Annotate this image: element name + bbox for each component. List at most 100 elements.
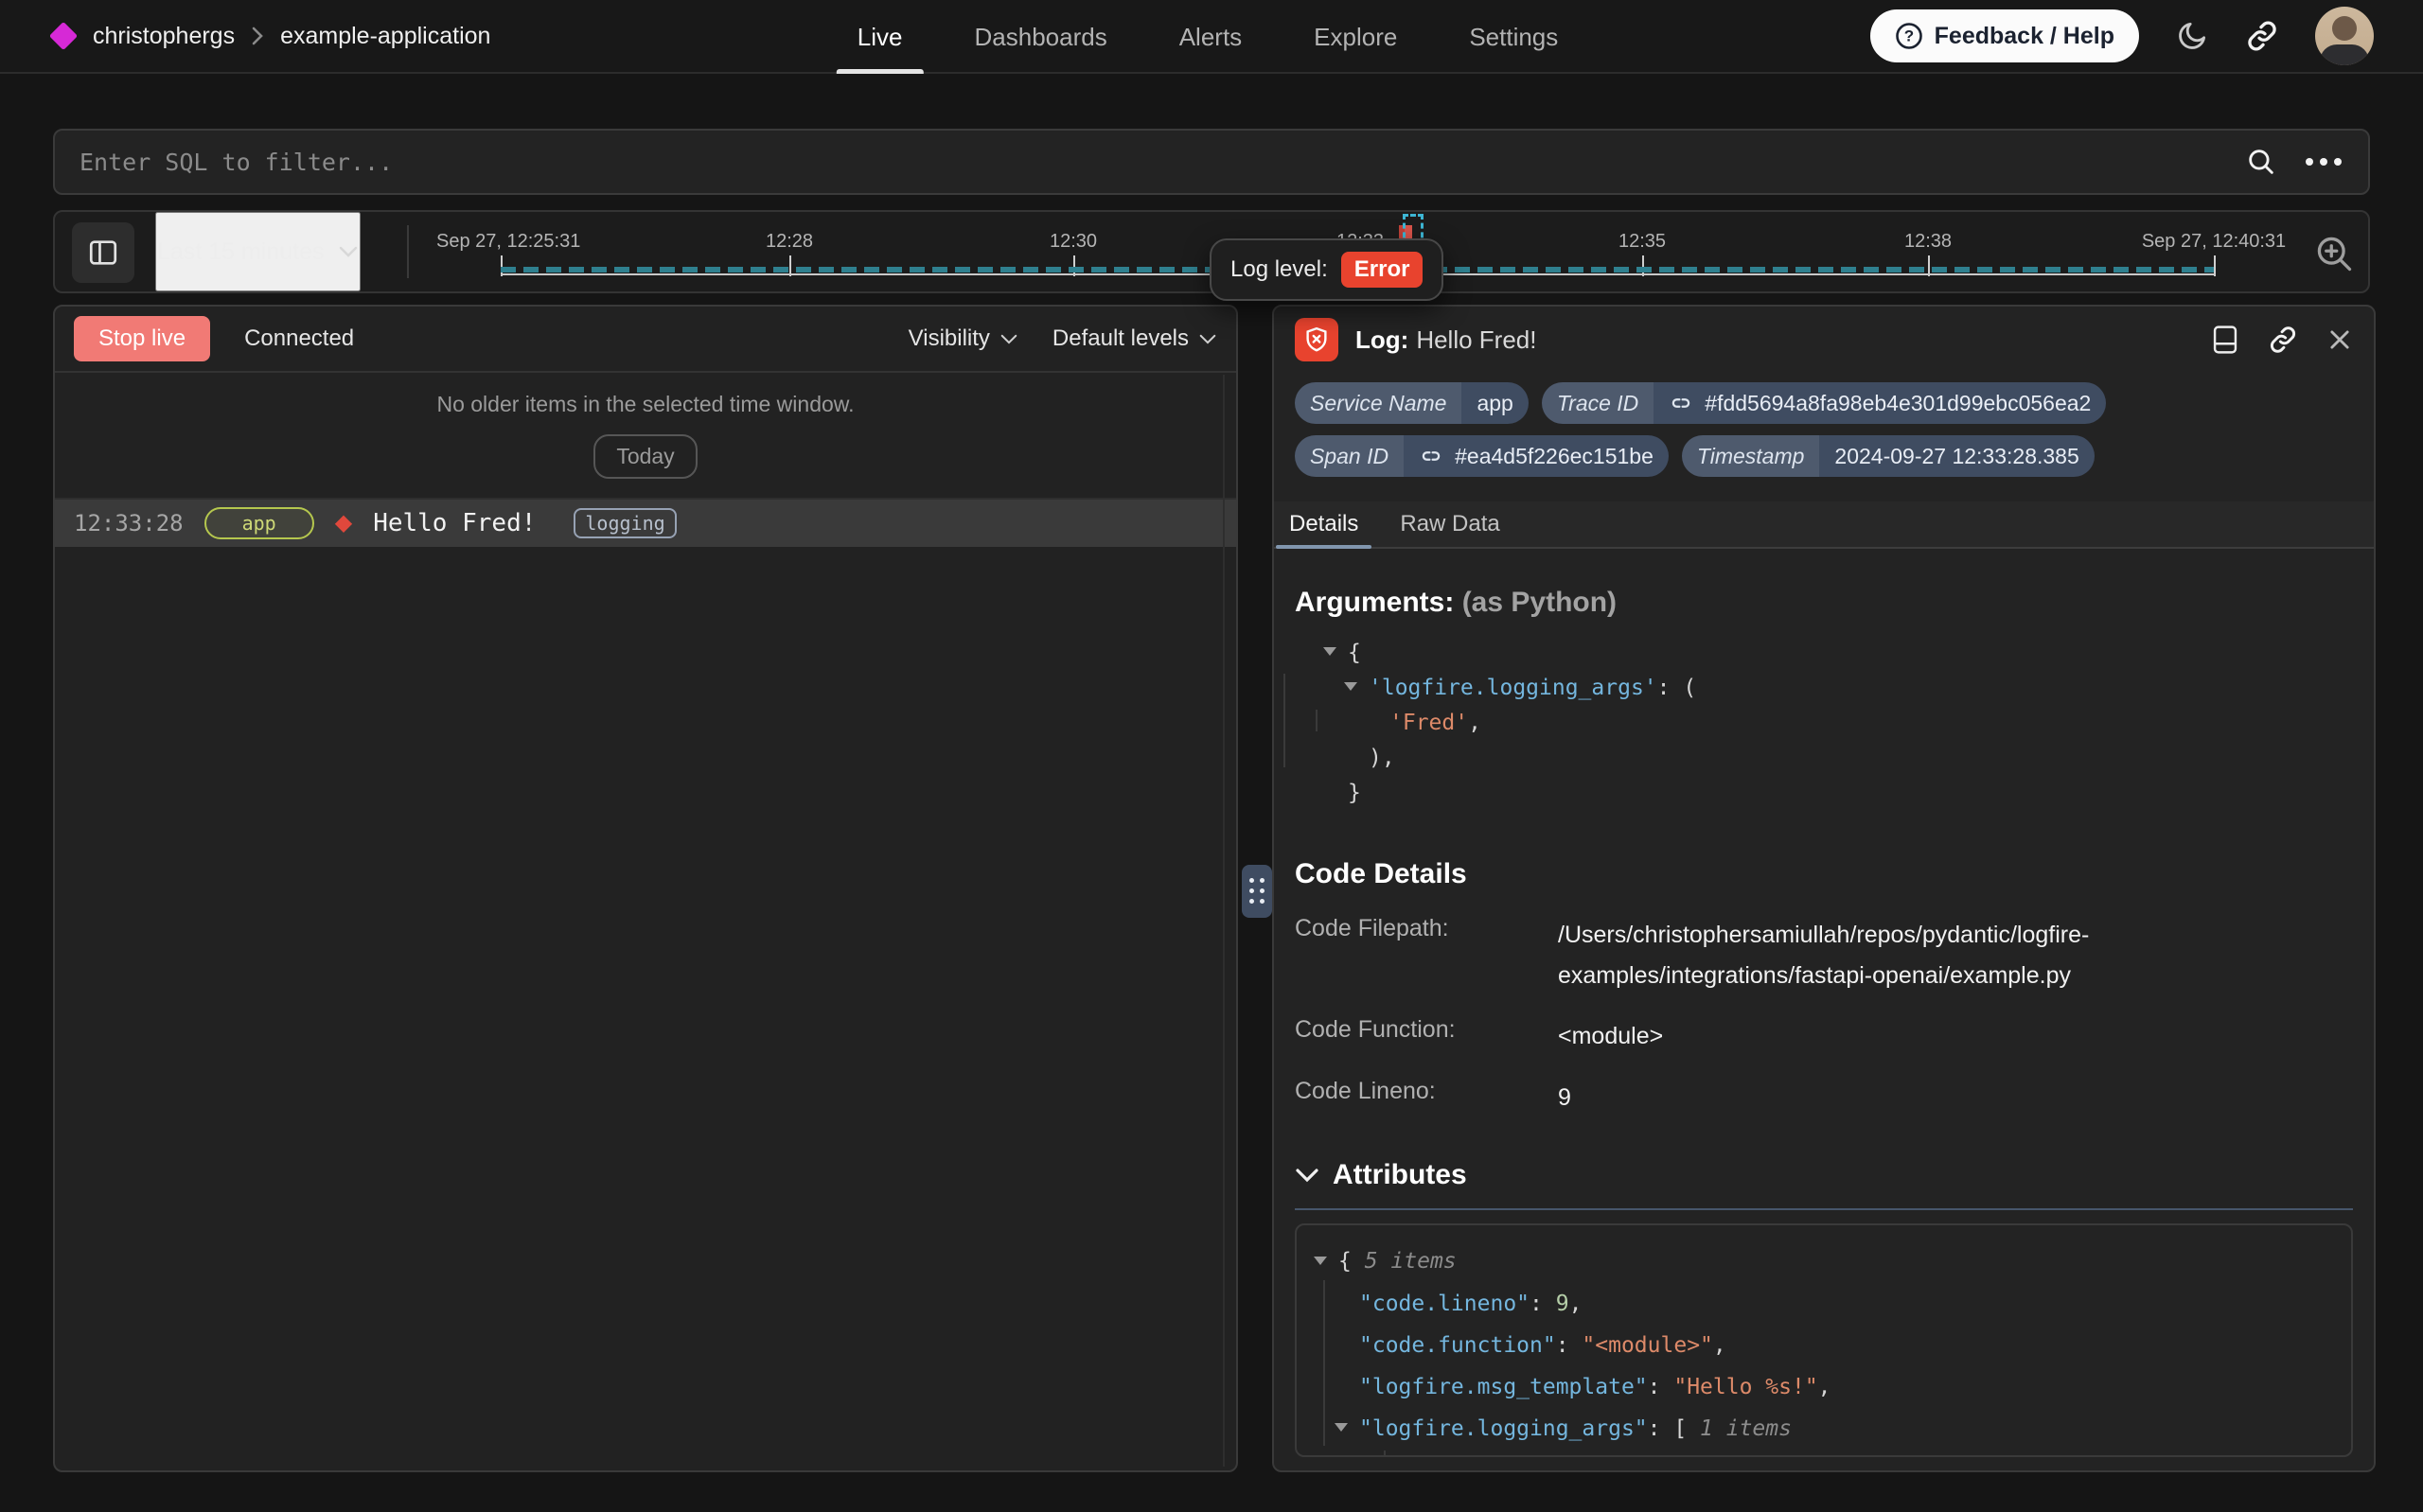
top-nav: christophergs example-application Live D… xyxy=(0,0,2423,74)
code-token: "<module>" xyxy=(1582,1333,1712,1358)
visibility-dropdown[interactable]: Visibility xyxy=(909,325,1018,352)
tab-raw-data[interactable]: Raw Data xyxy=(1400,501,1499,547)
nav-tab-alerts[interactable]: Alerts xyxy=(1155,0,1266,74)
copy-link-icon[interactable] xyxy=(2268,325,2298,355)
code-details-section: Code Details Code Filepath: /Users/chris… xyxy=(1274,830,2374,1117)
tooltip-label: Log level: xyxy=(1230,256,1328,283)
timeline-tick-label: Sep 27, 12:40:31 xyxy=(2142,231,2286,253)
code-function-row: Code Function: <module> xyxy=(1295,1016,2353,1057)
more-options-icon[interactable] xyxy=(2304,152,2343,171)
collapse-caret-icon[interactable] xyxy=(1344,671,1369,706)
question-circle-icon: ? xyxy=(1895,22,1923,50)
arguments-subheading: (as Python) xyxy=(1462,587,1617,618)
sql-filter-input[interactable] xyxy=(80,149,2245,176)
log-message: Hello Fred! xyxy=(373,509,536,537)
collapse-caret-icon[interactable] xyxy=(1323,636,1348,671)
default-levels-dropdown[interactable]: Default levels xyxy=(1052,325,1217,352)
log-time: 12:33:28 xyxy=(74,510,184,536)
nav-tab-live[interactable]: Live xyxy=(833,0,928,74)
code-details-heading: Code Details xyxy=(1295,858,2353,890)
share-link-icon[interactable] xyxy=(2245,19,2279,53)
code-token: , xyxy=(1713,1333,1726,1358)
span-tags: Service Name app Trace ID #fdd5694a8fa98… xyxy=(1274,382,2374,477)
arguments-code-block: { 'logfire.logging_args': ('Fred',),} xyxy=(1274,636,2374,811)
logfire-app: christophergs example-application Live D… xyxy=(0,0,2423,1512)
log-row[interactable]: 12:33:28 app ◆ Hello Fred! logging xyxy=(55,500,1236,547)
code-lineno-value: 9 xyxy=(1558,1078,1571,1118)
tag-value: app xyxy=(1461,391,1528,416)
span-id-tag[interactable]: Span ID #ea4d5f226ec151be xyxy=(1295,435,1669,477)
attributes-heading[interactable]: Attributes xyxy=(1274,1159,2374,1191)
attributes-heading-text: Attributes xyxy=(1333,1159,1467,1191)
nav-tab-explore[interactable]: Explore xyxy=(1289,0,1422,74)
code-lineno-row: Code Lineno: 9 xyxy=(1295,1078,2353,1118)
service-name-tag[interactable]: Service Name app xyxy=(1295,382,1529,424)
nav-tab-dashboards[interactable]: Dashboards xyxy=(949,0,1131,74)
code-token: : xyxy=(1556,1333,1583,1358)
timeline-tick-label: Sep 27, 12:25:31 xyxy=(436,231,580,253)
code-line: "code.lineno": 9, xyxy=(1314,1283,2334,1325)
code-filepath-value: /Users/christophersamiullah/repos/pydant… xyxy=(1558,915,2239,995)
close-icon[interactable] xyxy=(2326,326,2353,353)
tab-details[interactable]: Details xyxy=(1289,501,1358,547)
code-token: { xyxy=(1348,641,1361,665)
timestamp-tag[interactable]: Timestamp 2024-09-27 12:33:28.385 xyxy=(1682,435,2095,477)
code-line: } xyxy=(1323,776,2353,811)
breadcrumb-org[interactable]: christophergs xyxy=(93,23,235,50)
code-token: { xyxy=(1338,1249,1365,1274)
code-line: ), xyxy=(1323,741,2353,776)
detail-title-prefix: Log: xyxy=(1355,325,1408,354)
visibility-label: Visibility xyxy=(909,325,990,352)
code-line: { 5 items xyxy=(1314,1240,2334,1283)
code-token: 5 items xyxy=(1365,1249,1457,1274)
user-avatar[interactable] xyxy=(2315,7,2374,65)
service-badge[interactable]: app xyxy=(204,507,314,539)
code-token: } xyxy=(1348,781,1361,805)
tag-label: Timestamp xyxy=(1682,435,1820,477)
code-line: "code.function": "<module>", xyxy=(1314,1325,2334,1366)
indent-guide xyxy=(1316,710,1318,731)
breadcrumb-project[interactable]: example-application xyxy=(280,23,490,50)
scope-badge[interactable]: logging xyxy=(574,508,676,538)
split-view-icon[interactable] xyxy=(2211,324,2239,356)
search-icon[interactable] xyxy=(2245,146,2277,178)
stop-live-button[interactable]: Stop live xyxy=(74,316,210,361)
log-list: 12:33:28 app ◆ Hello Fred! logging xyxy=(55,498,1236,547)
feedback-help-button[interactable]: ? Feedback / Help xyxy=(1870,9,2139,62)
collapse-caret-icon[interactable] xyxy=(1335,1408,1359,1450)
code-token: 'logfire.logging_args' xyxy=(1369,676,1657,700)
code-line: 0: "Fred", xyxy=(1314,1450,2334,1457)
tag-value: #ea4d5f226ec151be xyxy=(1455,444,1654,469)
nav-tab-settings[interactable]: Settings xyxy=(1444,0,1583,74)
tag-value: #fdd5694a8fa98eb4e301d99ebc056ea2 xyxy=(1705,391,2091,416)
code-token: "Hello %s!" xyxy=(1673,1375,1817,1399)
svg-text:?: ? xyxy=(1903,27,1913,45)
log-detail-panel: Log:Hello Fred! Service Name app xyxy=(1272,305,2376,1472)
feedback-help-label: Feedback / Help xyxy=(1935,23,2114,50)
chevron-right-icon xyxy=(250,25,265,47)
code-token: 1 items xyxy=(1700,1416,1792,1441)
code-line: 'Fred', xyxy=(1323,706,2353,741)
chevron-down-icon xyxy=(1295,1168,1319,1184)
theme-toggle-moon-icon[interactable] xyxy=(2175,19,2209,53)
timeline-tick-label: 12:30 xyxy=(1050,231,1097,253)
live-feed-panel: Stop live Connected Visibility Default l… xyxy=(53,305,1238,1472)
panel-resize-handle[interactable] xyxy=(1242,865,1272,918)
today-button[interactable]: Today xyxy=(593,434,697,479)
code-line: 'logfire.logging_args': ( xyxy=(1323,671,2353,706)
indent-guide xyxy=(1283,674,1285,767)
connection-status: Connected xyxy=(244,325,354,352)
trace-id-tag[interactable]: Trace ID #fdd5694a8fa98eb4e301d99ebc056e… xyxy=(1542,382,2107,424)
logfire-logo-icon[interactable] xyxy=(49,22,78,50)
detail-header: Log:Hello Fred! xyxy=(1274,318,2374,361)
code-token: : xyxy=(1530,1292,1556,1316)
tag-value: 2024-09-27 12:33:28.385 xyxy=(1819,444,2094,469)
scrollbar-track[interactable] xyxy=(1223,375,1225,1467)
code-token: , xyxy=(1569,1292,1583,1316)
main-nav-tabs: Live Dashboards Alerts Explore Settings xyxy=(833,0,1583,74)
code-lineno-label: Code Lineno: xyxy=(1295,1078,1558,1118)
code-function-value: <module> xyxy=(1558,1016,1663,1057)
code-line: "logfire.logging_args": [ 1 items xyxy=(1314,1408,2334,1450)
zoom-in-icon[interactable] xyxy=(2313,233,2355,274)
collapse-caret-icon[interactable] xyxy=(1314,1241,1338,1283)
